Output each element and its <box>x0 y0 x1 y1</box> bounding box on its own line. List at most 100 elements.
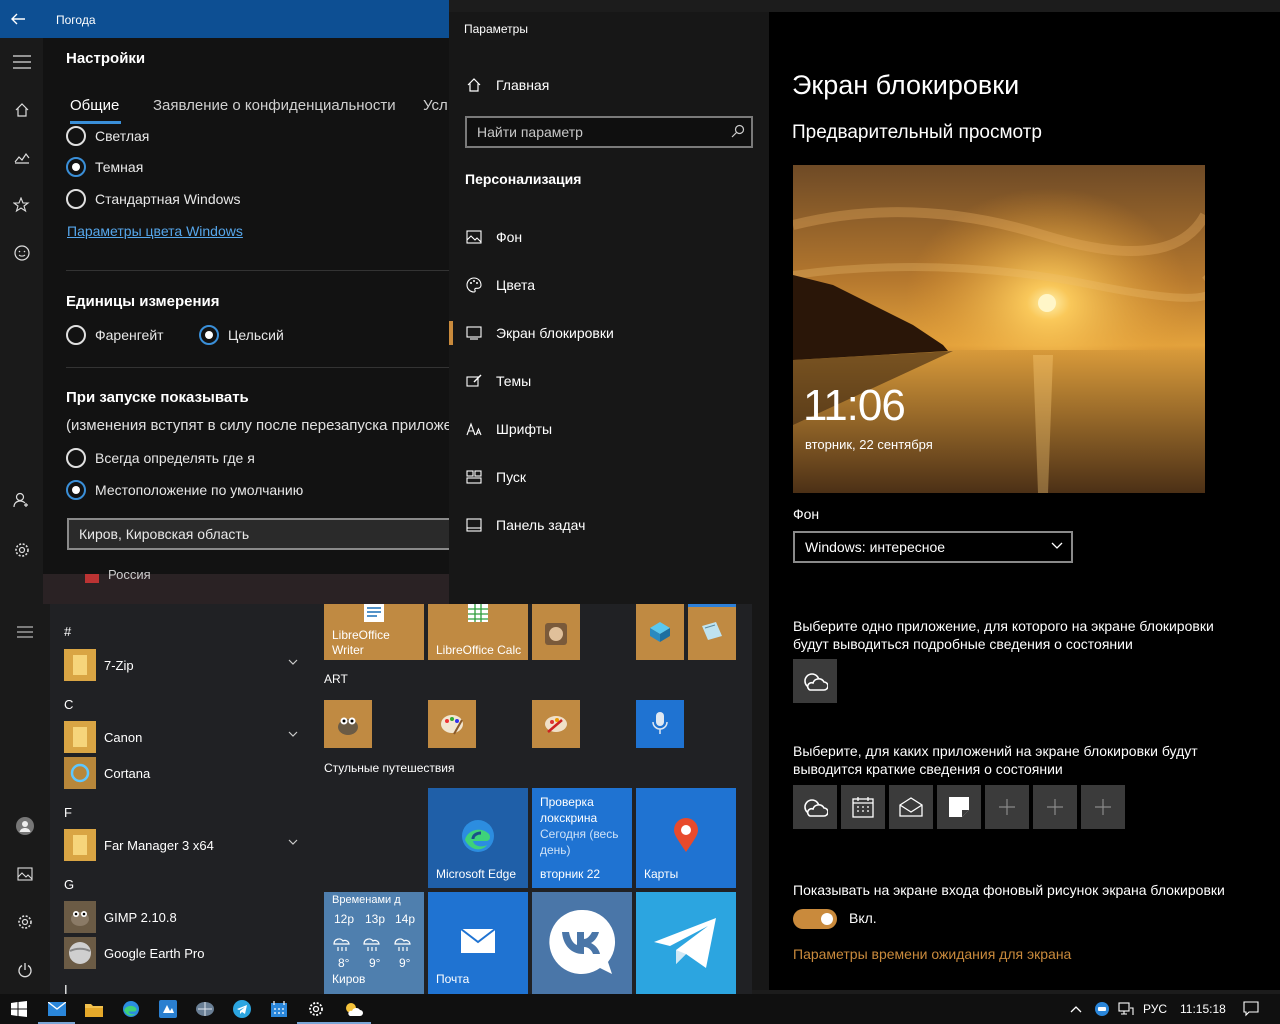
nav-background[interactable]: Фон <box>465 228 522 246</box>
tile-gimp[interactable] <box>324 700 372 748</box>
network-app-taskbar-icon[interactable] <box>186 994 223 1024</box>
tile-app-small[interactable] <box>532 604 580 660</box>
mail-taskbar-icon[interactable] <box>38 994 75 1024</box>
tile-libreoffice-writer[interactable]: LibreOffice Writer <box>324 604 424 660</box>
radio-fahrenheit[interactable] <box>66 325 86 345</box>
input-language[interactable]: РУС <box>1143 1002 1167 1016</box>
radio-light[interactable] <box>66 126 86 146</box>
home-icon[interactable] <box>0 90 43 130</box>
tile-telegram[interactable] <box>636 892 736 994</box>
quick-status-add-slot[interactable] <box>1033 785 1077 829</box>
power-icon[interactable] <box>0 948 50 992</box>
tile-vk[interactable] <box>532 892 632 994</box>
units-celsius-radio[interactable]: Цельсий <box>199 325 284 345</box>
group-title-art[interactable]: ART <box>324 672 348 686</box>
signin-background-toggle[interactable] <box>793 909 837 929</box>
file-explorer-icon[interactable] <box>75 994 112 1024</box>
list-letter-header[interactable]: C <box>64 697 73 712</box>
tile-mail[interactable]: Почта <box>428 892 528 994</box>
tab-general[interactable]: Общие <box>70 97 119 114</box>
quick-status-add-slot[interactable] <box>985 785 1029 829</box>
radio-windows[interactable] <box>66 189 86 209</box>
tile-paint-app[interactable] <box>428 700 476 748</box>
quick-status-add-slot[interactable] <box>1081 785 1125 829</box>
network-icon[interactable] <box>1114 994 1138 1024</box>
user-avatar-icon[interactable] <box>0 804 50 848</box>
nav-home[interactable]: Главная <box>465 76 549 94</box>
default-location-input[interactable]: Киров, Кировская область <box>67 518 449 550</box>
maps-chart-icon[interactable] <box>0 137 43 177</box>
quick-status-app-sticky-notes[interactable] <box>937 785 981 829</box>
app-taskbar-icon[interactable] <box>149 994 186 1024</box>
calendar-taskbar-icon[interactable] <box>260 994 297 1024</box>
quick-status-app-mail[interactable] <box>889 785 933 829</box>
settings-taskbar-icon[interactable] <box>297 994 334 1024</box>
hamburger-menu-icon[interactable] <box>0 610 50 654</box>
chevron-up-icon[interactable] <box>1059 994 1093 1024</box>
settings-gear-icon[interactable] <box>0 900 50 944</box>
radio-dark[interactable] <box>66 157 86 177</box>
telegram-taskbar-icon[interactable] <box>223 994 260 1024</box>
nav-start[interactable]: Пуск <box>465 468 526 486</box>
startup-default-radio[interactable]: Местоположение по умолчанию <box>66 480 303 500</box>
nav-taskbar[interactable]: Панель задач <box>465 516 585 534</box>
tile-calendar-event[interactable]: Проверка локскрина Сегодня (весь день) в… <box>532 788 632 888</box>
nav-colors[interactable]: Цвета <box>465 276 535 294</box>
group-title-travel[interactable]: Стульные путешествия <box>324 761 454 775</box>
tile-app-small[interactable] <box>636 604 684 660</box>
list-letter-header[interactable]: # <box>64 624 71 639</box>
quick-status-app-weather[interactable] <box>793 785 837 829</box>
account-icon[interactable] <box>0 480 43 520</box>
weather-taskbar-icon[interactable] <box>334 994 371 1024</box>
tile-paint-app-2[interactable] <box>532 700 580 748</box>
list-item-gimp[interactable]: GIMP 2.10.8 <box>64 900 304 934</box>
theme-light-radio[interactable]: Светлая <box>66 126 149 146</box>
theme-dark-radio[interactable]: Темная <box>66 157 143 177</box>
list-item-canon[interactable]: Canon <box>64 720 304 754</box>
tile-libreoffice-calc[interactable]: LibreOffice Calc <box>428 604 528 660</box>
chevron-down-icon[interactable] <box>288 659 298 665</box>
hamburger-menu-icon[interactable] <box>0 42 43 82</box>
windows-color-link[interactable]: Параметры цвета Windows <box>67 223 243 239</box>
windows-start-icon[interactable] <box>0 994 38 1024</box>
chevron-down-icon[interactable] <box>288 731 298 737</box>
list-item-cortana[interactable]: Cortana <box>64 756 304 790</box>
list-item-far-manager[interactable]: Far Manager 3 x64 <box>64 828 304 862</box>
tile-maps[interactable]: Карты <box>636 788 736 888</box>
tab-terms[interactable]: Усл <box>423 97 448 114</box>
radio-celsius[interactable] <box>199 325 219 345</box>
tile-app-small[interactable] <box>688 604 736 660</box>
system-clock[interactable]: 11:15:18 <box>1180 1002 1226 1016</box>
back-arrow-icon[interactable] <box>10 11 26 27</box>
edge-taskbar-icon[interactable] <box>112 994 149 1024</box>
search-icon[interactable] <box>731 124 745 138</box>
chevron-down-icon[interactable] <box>288 839 298 845</box>
settings-gear-icon[interactable] <box>0 530 43 570</box>
list-item-7zip[interactable]: 7-Zip <box>64 648 304 682</box>
nav-fonts[interactable]: Шрифты <box>465 420 552 438</box>
startup-detect-radio[interactable]: Всегда определять где я <box>66 448 255 468</box>
screen-timeout-link[interactable]: Параметры времени ожидания для экрана <box>793 946 1071 962</box>
notifications-icon[interactable] <box>1236 994 1266 1024</box>
list-item-google-earth[interactable]: Google Earth Pro <box>64 936 304 970</box>
tab-privacy[interactable]: Заявление о конфиденциальности <box>153 97 396 114</box>
units-fahrenheit-radio[interactable]: Фаренгейт <box>66 325 164 345</box>
tile-voice-recorder[interactable] <box>636 700 684 748</box>
theme-windows-radio[interactable]: Стандартная Windows <box>66 189 241 209</box>
list-letter-header[interactable]: F <box>64 805 72 820</box>
background-dropdown[interactable]: Windows: интересное <box>793 531 1073 563</box>
favorites-icon[interactable] <box>0 185 43 225</box>
pictures-icon[interactable] <box>0 852 50 896</box>
nav-lock-screen[interactable]: Экран блокировки <box>465 324 614 342</box>
list-letter-header[interactable]: G <box>64 877 74 892</box>
nav-themes[interactable]: Темы <box>465 372 531 390</box>
radio-detect[interactable] <box>66 448 86 468</box>
tile-microsoft-edge[interactable]: Microsoft Edge <box>428 788 528 888</box>
tile-weather[interactable]: Временами д 12р 13р 14р 8° 9° 9° Киров <box>324 892 424 994</box>
tray-app-icon[interactable] <box>1090 994 1114 1024</box>
feedback-smiley-icon[interactable] <box>0 233 43 273</box>
detailed-status-app-weather[interactable] <box>793 659 837 703</box>
radio-default-location[interactable] <box>66 480 86 500</box>
list-letter-header[interactable]: I <box>64 982 68 994</box>
quick-status-app-calendar[interactable] <box>841 785 885 829</box>
